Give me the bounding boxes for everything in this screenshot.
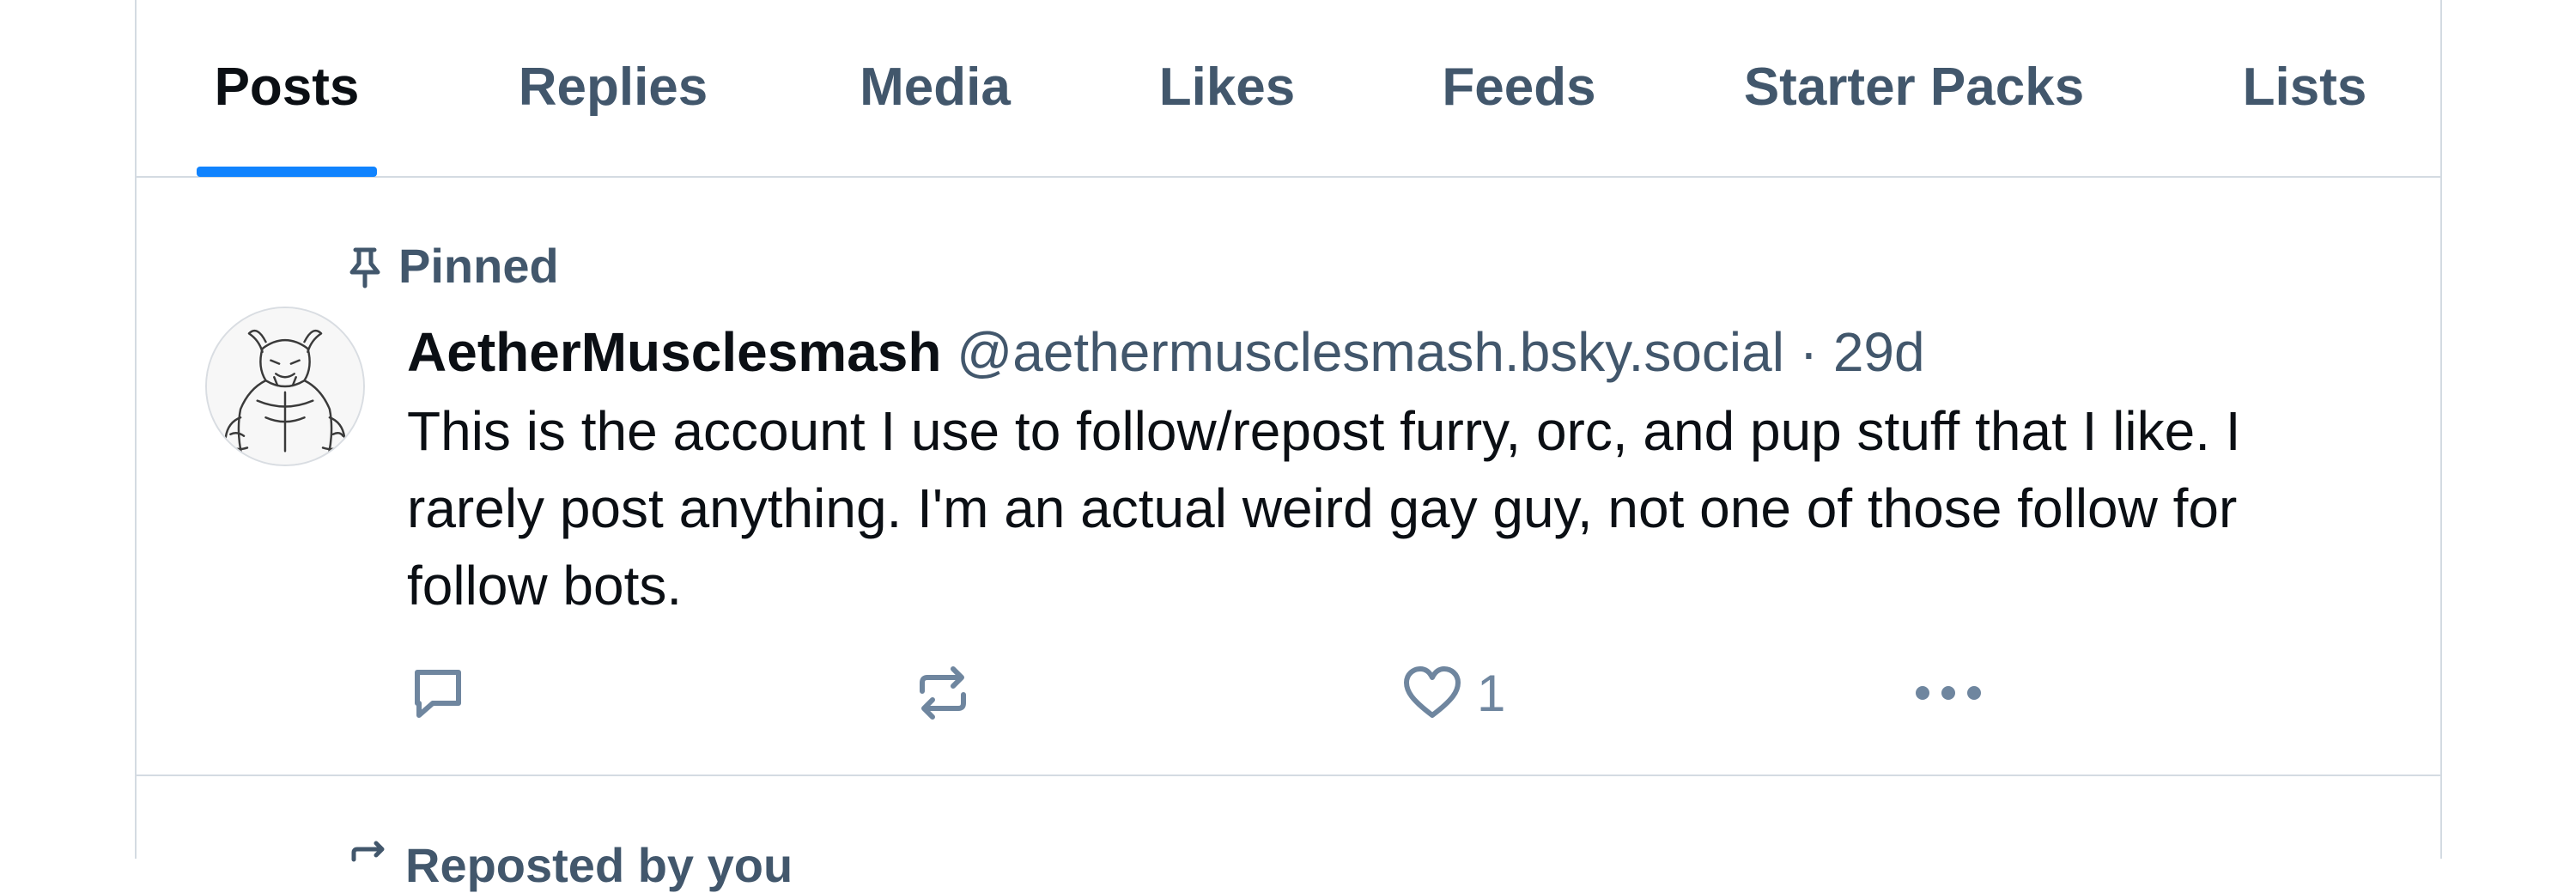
author-handle[interactable]: @aethermusclesmash.bsky.social xyxy=(957,321,1784,383)
tab-replies[interactable]: Replies xyxy=(497,0,729,176)
pinned-label: Pinned xyxy=(398,239,559,293)
tab-posts-label: Posts xyxy=(214,58,360,117)
like-count: 1 xyxy=(1477,664,1506,722)
post-text: This is the account I use to follow/repo… xyxy=(407,400,2241,617)
tab-starter-packs[interactable]: Starter Packs xyxy=(1716,0,2111,176)
tab-starter-packs-label: Starter Packs xyxy=(1743,58,2085,117)
repost-icon xyxy=(912,662,974,724)
tab-likes-label: Likes xyxy=(1158,58,1296,117)
like-button[interactable]: 1 xyxy=(1401,654,1505,732)
heart-icon xyxy=(1401,662,1463,724)
tab-feeds[interactable]: Feeds xyxy=(1420,0,1618,176)
avatar[interactable] xyxy=(205,307,365,466)
tab-lists-label: Lists xyxy=(2242,58,2367,117)
tab-media-label: Media xyxy=(860,58,1011,117)
separator-dot: · xyxy=(1799,321,1819,383)
post-header: AetherMusclesmash @aethermusclesmash.bsk… xyxy=(407,313,1925,391)
pin-icon xyxy=(347,245,383,288)
profile-tabs: Posts Replies Media Likes Feeds Starter … xyxy=(137,0,2440,178)
reposted-by-label: Reposted by you xyxy=(405,838,793,892)
tab-replies-label: Replies xyxy=(518,58,708,117)
tab-lists[interactable]: Lists xyxy=(2227,0,2382,176)
reply-bubble-icon xyxy=(407,662,469,724)
tab-media[interactable]: Media xyxy=(832,0,1038,176)
pinned-post[interactable]: Pinned AetherMusclesmash @aethermusclesm… xyxy=(137,178,2440,776)
tab-posts[interactable]: Posts xyxy=(197,0,377,177)
more-options-button[interactable] xyxy=(1910,654,1987,732)
more-dots-icon xyxy=(1910,662,1987,724)
tab-feeds-label: Feeds xyxy=(1442,58,1596,117)
post-actions: 1 xyxy=(407,654,2210,732)
repost-icon xyxy=(347,837,390,893)
reply-button[interactable] xyxy=(407,654,469,732)
repost-button[interactable] xyxy=(912,654,974,732)
post-timestamp[interactable]: 29d xyxy=(1833,321,1925,383)
tab-likes[interactable]: Likes xyxy=(1141,0,1313,176)
active-tab-indicator xyxy=(197,167,377,177)
author-display-name[interactable]: AetherMusclesmash xyxy=(407,321,941,383)
pinned-indicator: Pinned xyxy=(347,238,559,294)
next-post-repost-indicator: Reposted by you xyxy=(347,837,793,893)
profile-feed-panel: Posts Replies Media Likes Feeds Starter … xyxy=(135,0,2442,892)
